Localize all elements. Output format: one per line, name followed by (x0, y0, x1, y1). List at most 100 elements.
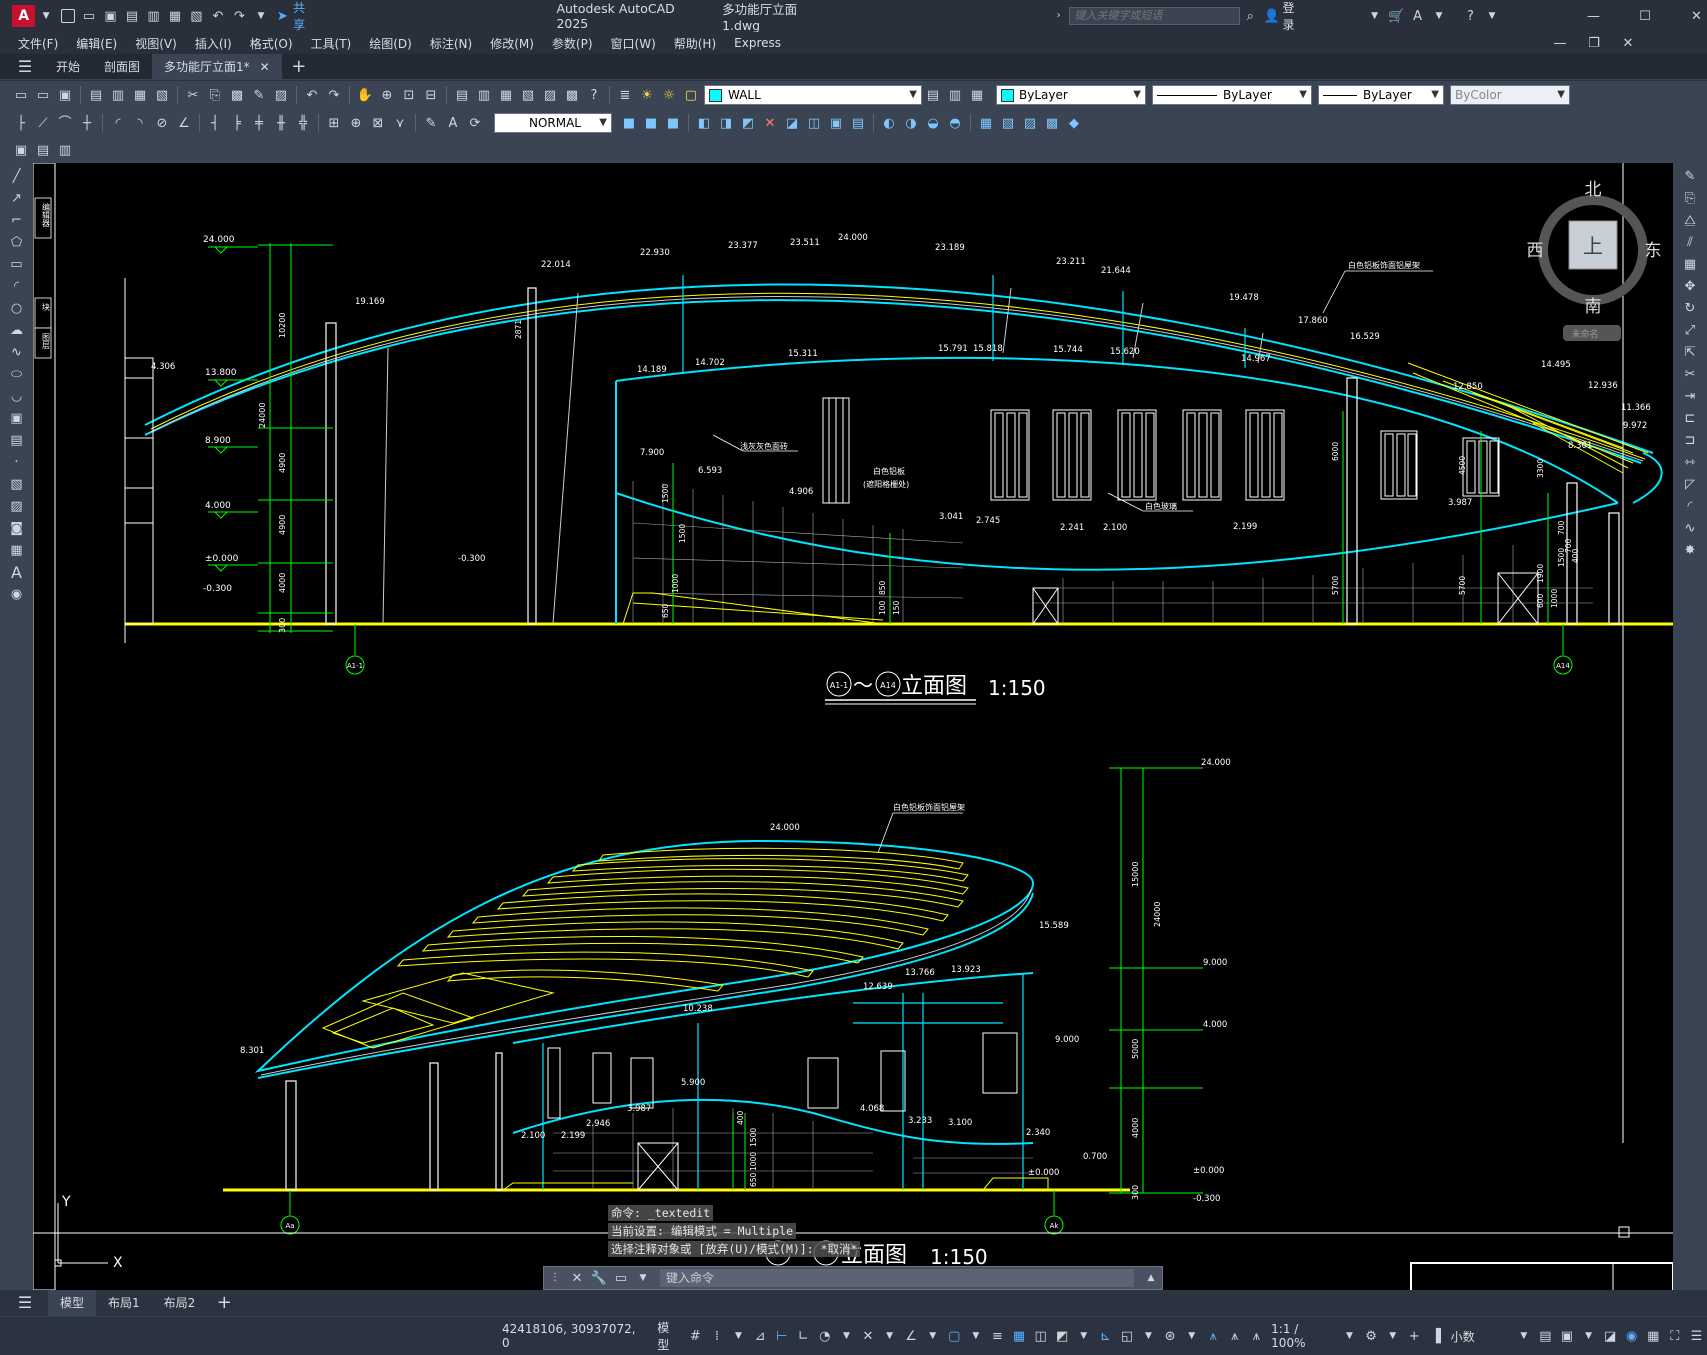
hatch-icon[interactable]: ▧ (8, 475, 26, 493)
chevron-down-icon[interactable]: ▼ (1385, 1328, 1401, 1344)
workspace-gear-icon[interactable]: ⚙ (1363, 1328, 1379, 1344)
mirror-icon[interactable]: ◨ (717, 114, 735, 132)
chamfer-icon[interactable]: ◑ (902, 114, 920, 132)
offset-icon[interactable]: ⫽ (1681, 233, 1699, 251)
zoom-realtime-icon[interactable]: ⊕ (378, 86, 396, 104)
table-icon[interactable]: ▦ (8, 541, 26, 559)
fillet-icon[interactable]: ◐ (880, 114, 898, 132)
mirror-icon[interactable]: ⧋ (1681, 211, 1699, 229)
tolerance-icon[interactable]: ⊞ (325, 114, 343, 132)
menu-draw[interactable]: 绘图(D) (369, 35, 412, 52)
jogged-linear-icon[interactable]: ⋎ (391, 114, 409, 132)
draw-order-front-icon[interactable]: ■ (620, 114, 638, 132)
markup-icon[interactable]: ▨ (541, 86, 559, 104)
doc-minimize-icon[interactable]: — (1551, 34, 1569, 52)
revision-cloud-icon[interactable]: ☁ (8, 321, 26, 339)
open-folder-icon[interactable]: ▭ (80, 7, 97, 25)
publish-icon[interactable]: ▦ (131, 86, 149, 104)
baseline-dim-icon[interactable]: ╞ (228, 114, 246, 132)
units-value[interactable]: 小数 (1451, 1328, 1509, 1345)
layer-dropdown[interactable]: WALL ▼ (704, 85, 922, 105)
break-icon[interactable]: ⊐ (1681, 431, 1699, 449)
break-icon[interactable]: ▧ (999, 114, 1017, 132)
arc-icon[interactable]: ◜ (8, 277, 26, 295)
center-mark-icon[interactable]: ⊕ (347, 114, 365, 132)
tab-model[interactable]: 模型 (48, 1290, 96, 1316)
chevron-up-icon[interactable]: ▲ (1142, 1269, 1160, 1287)
move-icon[interactable]: ✥ (1681, 277, 1699, 295)
chevron-down-icon[interactable]: ▼ (1516, 1328, 1532, 1344)
offset-icon[interactable]: ◩ (739, 114, 757, 132)
stretch-icon[interactable]: ▤ (849, 114, 867, 132)
search-input[interactable] (1069, 7, 1239, 25)
doc-restore-icon[interactable]: ❐ (1585, 34, 1603, 52)
customize-qat-icon[interactable]: ▼ (252, 7, 269, 25)
layer-state-icon[interactable]: ▦ (968, 86, 986, 104)
erase-icon[interactable]: ✎ (1681, 167, 1699, 185)
design-center-icon[interactable]: ▥ (475, 86, 493, 104)
viewcube-east[interactable]: 东 (1645, 241, 1662, 261)
lock-icon[interactable]: ▢ (682, 86, 700, 104)
dim-text-edit-icon[interactable]: A (444, 114, 462, 132)
continue-dim-icon[interactable]: ╪ (250, 114, 268, 132)
inspect-icon[interactable]: ⊠ (369, 114, 387, 132)
menu-window[interactable]: 窗口(W) (611, 35, 656, 52)
publish-icon[interactable]: ▥ (145, 7, 162, 25)
palette-strip[interactable]: 编辑器 块 图层 (33, 163, 55, 1290)
scale-icon[interactable]: ▣ (827, 114, 845, 132)
zoom-previous-icon[interactable]: ⊟ (422, 86, 440, 104)
annotation-scale-value[interactable]: 1:1 / 100% (1271, 1322, 1335, 1350)
drawing-canvas[interactable]: 编辑器 块 图层 (33, 163, 1673, 1290)
sheet-set-icon[interactable]: ▧ (519, 86, 537, 104)
jogged-dim-icon[interactable]: ◝ (131, 114, 149, 132)
menu-view[interactable]: 视图(V) (135, 35, 177, 52)
share-icon[interactable]: ➤ (274, 7, 291, 25)
3d-osnap-icon[interactable]: ◩ (1054, 1328, 1070, 1344)
customize-icon[interactable]: 🔧 (590, 1269, 608, 1287)
rectangle-icon[interactable]: ▭ (8, 255, 26, 273)
infer-constraints-icon[interactable]: ⊿ (752, 1328, 768, 1344)
join-icon[interactable]: ⇿ (1681, 453, 1699, 471)
annotation-monitor-icon[interactable]: + (1406, 1328, 1422, 1344)
break-at-point-icon[interactable]: ⊏ (1681, 409, 1699, 427)
chevron-down-icon[interactable]: ▼ (968, 1328, 984, 1344)
quick-properties-icon[interactable]: ▤ (1538, 1328, 1554, 1344)
coordinates-readout[interactable]: 42418106, 30937072, 0 (502, 1322, 643, 1350)
save-icon[interactable]: ▣ (56, 86, 74, 104)
tool-palettes-icon[interactable]: ▦ (497, 86, 515, 104)
undo-icon[interactable]: ↶ (303, 86, 321, 104)
array-icon[interactable]: ▦ (977, 114, 995, 132)
tab-current-drawing[interactable]: 多功能厅立面1*✕ (152, 54, 282, 80)
pan-icon[interactable]: ✋ (356, 86, 374, 104)
angular-dim-icon[interactable]: ∠ (175, 114, 193, 132)
dynamic-ucs-icon[interactable]: ⊾ (1098, 1328, 1114, 1344)
menu-help[interactable]: 帮助(H) (674, 35, 716, 52)
menu-insert[interactable]: 插入(I) (195, 35, 232, 52)
chevron-down-icon[interactable]: ▼ (634, 1269, 652, 1287)
undo-icon[interactable]: ↶ (209, 7, 226, 25)
isolate-objects-icon[interactable]: ◪ (1602, 1328, 1618, 1344)
point-icon[interactable]: · (8, 453, 26, 471)
clean-screen-icon[interactable]: ⛶ (1667, 1328, 1683, 1344)
transparency-icon[interactable]: ▦ (1011, 1328, 1027, 1344)
join-icon[interactable]: ◓ (946, 114, 964, 132)
open-icon[interactable]: ▭ (34, 86, 52, 104)
make-block-icon[interactable]: ▤ (8, 431, 26, 449)
extend-icon[interactable]: ⇥ (1681, 387, 1699, 405)
autodesk-icon[interactable]: A (1409, 7, 1426, 25)
zoom-window-icon[interactable]: ⊡ (400, 86, 418, 104)
annotation-visibility-icon[interactable]: ⩚ (1205, 1328, 1221, 1344)
menu-format[interactable]: 格式(O) (250, 35, 293, 52)
auto-scale-icon[interactable]: ⩚ (1227, 1328, 1243, 1344)
chevron-down-icon[interactable]: ▼ (1342, 1328, 1358, 1344)
cart-icon[interactable]: 🛒 (1387, 7, 1404, 25)
line-icon[interactable]: ╱ (8, 167, 26, 185)
tab-layout2[interactable]: 布局2 (152, 1290, 208, 1316)
fillet-icon[interactable]: ◜ (1681, 497, 1699, 515)
grip-icon[interactable]: ⋮ (546, 1269, 564, 1287)
graphics-performance-icon[interactable]: ▦ (1645, 1328, 1661, 1344)
chevron-down-icon[interactable]: ▼ (882, 1328, 898, 1344)
ucs-menu-label[interactable]: 未命名 (1571, 328, 1598, 340)
block-write-icon[interactable]: ▥ (56, 141, 74, 159)
plot-icon[interactable]: ▤ (87, 86, 105, 104)
